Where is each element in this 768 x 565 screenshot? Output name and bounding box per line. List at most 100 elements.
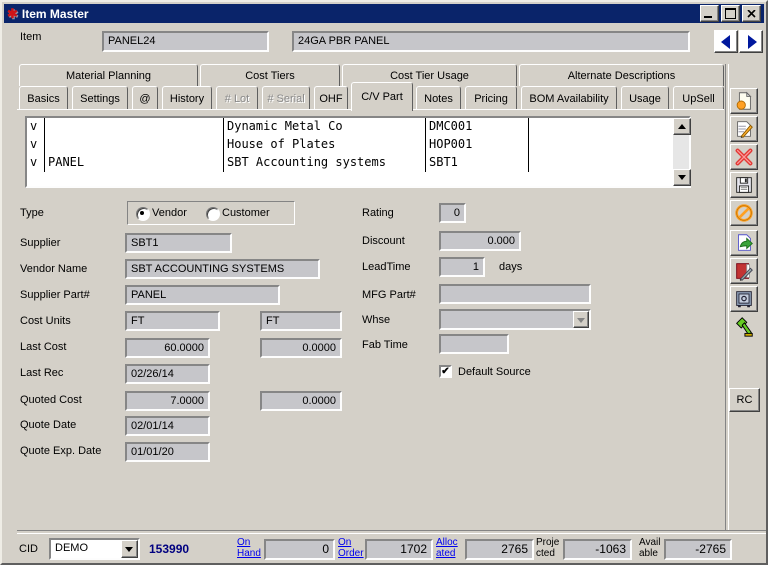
tab-pricing[interactable]: Pricing <box>465 86 517 110</box>
prev-item-button[interactable] <box>714 30 738 53</box>
on-hand-value: 0 <box>264 539 335 560</box>
edit-record-button[interactable] <box>730 116 758 142</box>
side-separator <box>725 64 729 530</box>
table-row[interactable]: v House of Plates HOP001 <box>27 136 689 154</box>
customer-radio[interactable] <box>206 207 220 221</box>
new-document-button[interactable] <box>730 88 758 114</box>
copy-record-icon <box>733 232 755 254</box>
cell-item <box>45 118 224 136</box>
item-code-field[interactable]: PANEL24 <box>102 31 269 52</box>
copy-record-button[interactable] <box>730 230 758 256</box>
tab-cost-tiers[interactable]: Cost Tiers <box>200 64 340 86</box>
supplier-part-label: Supplier Part# <box>20 289 90 301</box>
cost-units-field-1[interactable]: FT <box>125 311 220 331</box>
gavel-icon <box>733 316 755 338</box>
quoted-cost-field-1[interactable]: 7.0000 <box>125 391 210 411</box>
cell-vendor-name: House of Plates <box>224 136 426 154</box>
next-item-button[interactable] <box>739 30 763 53</box>
supplier-label: Supplier <box>20 237 60 249</box>
default-source-label: Default Source <box>458 366 531 378</box>
minimize-button[interactable] <box>700 5 719 22</box>
allocated-value: 2765 <box>465 539 534 560</box>
default-source-checkbox[interactable]: ✔ <box>439 365 452 378</box>
last-cost-label: Last Cost <box>20 341 66 353</box>
edit-notes-button[interactable] <box>730 258 758 284</box>
cost-units-field-2[interactable]: FT <box>260 311 342 331</box>
mfg-part-field[interactable] <box>439 284 591 304</box>
scroll-up-button[interactable] <box>673 118 691 135</box>
projected-value: -1063 <box>563 539 632 560</box>
last-cost-field-2[interactable]: 0.0000 <box>260 338 342 358</box>
tab-cv-part[interactable]: C/V Part <box>351 82 413 111</box>
tab-history[interactable]: History <box>162 86 212 110</box>
vault-button[interactable] <box>730 286 758 312</box>
rating-label: Rating <box>362 207 394 219</box>
quote-date-field[interactable]: 02/01/14 <box>125 416 210 436</box>
on-hand-link[interactable]: OnHand <box>237 537 261 559</box>
rc-button[interactable]: RC <box>729 388 760 412</box>
on-order-value: 1702 <box>365 539 433 560</box>
available-label: Available <box>639 537 661 559</box>
projected-label: Projected <box>536 537 559 559</box>
source-grid[interactable]: v Dynamic Metal Co DMC001 v House of Pla… <box>25 116 691 188</box>
last-rec-field[interactable]: 02/26/14 <box>125 364 210 384</box>
tab-alternate-descriptions[interactable]: Alternate Descriptions <box>519 64 724 86</box>
leadtime-field[interactable]: 1 <box>439 257 485 277</box>
tab-lot: # Lot <box>216 86 258 110</box>
whse-dropdown-button[interactable] <box>573 311 589 328</box>
triangle-down-icon <box>678 175 686 180</box>
quoted-cost-field-2[interactable]: 0.0000 <box>260 391 342 411</box>
tab-material-planning[interactable]: Material Planning <box>19 64 198 86</box>
discount-field[interactable]: 0.000 <box>439 231 521 251</box>
cell-vendor-name: Dynamic Metal Co <box>224 118 426 136</box>
last-cost-field-1[interactable]: 60.0000 <box>125 338 210 358</box>
fab-time-field[interactable] <box>439 334 509 354</box>
vendor-radio[interactable] <box>136 207 150 221</box>
edit-notes-icon <box>733 260 755 282</box>
tab-settings[interactable]: Settings <box>72 86 128 110</box>
vendor-name-field[interactable]: SBT ACCOUNTING SYSTEMS <box>125 259 320 279</box>
cell-extra <box>529 118 654 136</box>
cell-vendor-name: SBT Accounting systems <box>224 154 426 172</box>
gavel-button[interactable] <box>730 314 758 340</box>
status-separator <box>17 530 767 534</box>
item-description-field[interactable]: 24GA PBR PANEL <box>292 31 690 52</box>
close-button[interactable] <box>742 5 761 22</box>
save-record-button[interactable] <box>730 172 758 198</box>
quote-date-label: Quote Date <box>20 419 76 431</box>
leadtime-label: LeadTime <box>362 261 411 273</box>
rating-field[interactable]: 0 <box>439 203 466 223</box>
new-document-icon <box>733 90 755 112</box>
save-record-icon <box>733 174 755 196</box>
quote-exp-date-field[interactable]: 01/01/20 <box>125 442 210 462</box>
title-bar[interactable]: ✱ Item Master <box>4 4 764 23</box>
table-row[interactable]: v PANEL SBT Accounting systems SBT1 <box>27 154 689 172</box>
tab-notes[interactable]: Notes <box>416 86 461 110</box>
quoted-cost-label: Quoted Cost <box>20 394 82 406</box>
grid-scrollbar[interactable] <box>673 118 689 186</box>
maximize-button[interactable] <box>721 5 740 22</box>
tab-basics[interactable]: Basics <box>19 86 68 110</box>
delete-record-button[interactable] <box>730 144 758 170</box>
scroll-down-button[interactable] <box>673 169 691 186</box>
tab-bom-availability[interactable]: BOM Availability <box>521 86 617 110</box>
supplier-part-field[interactable]: PANEL <box>125 285 280 305</box>
record-id: 153990 <box>149 542 189 556</box>
on-order-link[interactable]: OnOrder <box>338 537 364 559</box>
cid-label: CID <box>19 543 38 555</box>
whse-combo[interactable] <box>439 309 591 330</box>
tab-usage[interactable]: Usage <box>621 86 669 110</box>
cancel-button[interactable] <box>730 200 758 226</box>
allocated-link[interactable]: Allocated <box>436 537 458 559</box>
cid-dropdown-button[interactable] <box>121 540 138 558</box>
available-value: -2765 <box>664 539 732 560</box>
table-row[interactable]: v Dynamic Metal Co DMC001 <box>27 118 689 136</box>
tab-upsell[interactable]: UpSell <box>673 86 724 110</box>
tab-at[interactable]: @ <box>132 86 158 110</box>
supplier-field[interactable]: SBT1 <box>125 233 232 253</box>
cell-type: v <box>27 118 45 136</box>
fab-time-label: Fab Time <box>362 339 408 351</box>
cost-units-label: Cost Units <box>20 315 71 327</box>
tab-ohf[interactable]: OHF <box>314 86 348 110</box>
triangle-down-icon <box>577 318 585 323</box>
